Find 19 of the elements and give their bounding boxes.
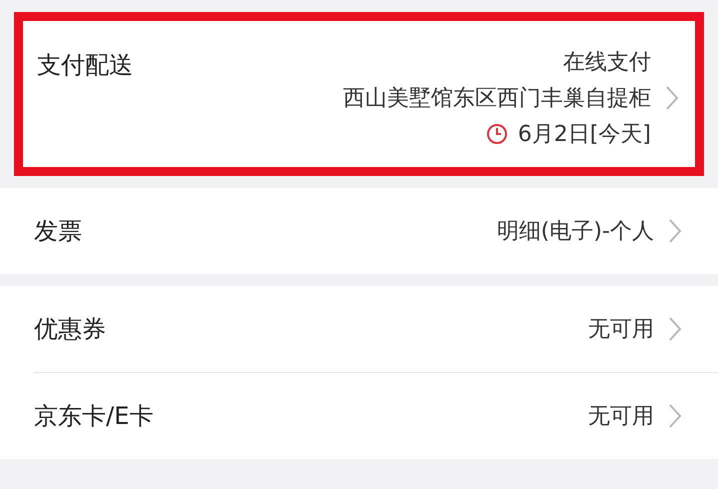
settings-row[interactable]: 京东卡/E卡 无可用	[34, 372, 718, 459]
delivery-detail: 在线支付	[563, 49, 651, 77]
row-value: 无可用	[588, 316, 654, 344]
clock-icon	[486, 123, 508, 145]
row-value: 无可用	[588, 403, 654, 431]
chevron-icon	[668, 218, 682, 244]
settings-row[interactable]: 发票 明细(电子)-个人	[34, 188, 718, 274]
chevron-icon	[668, 316, 682, 342]
row-label: 发票	[34, 216, 82, 247]
row-label: 优惠券	[34, 314, 106, 345]
row-value: 明细(电子)-个人	[496, 218, 654, 246]
payment-delivery-card[interactable]: 支付配送 在线支付 西山美墅馆东区西门丰巢自提柜 6月2日[今天]	[14, 12, 704, 176]
row-label: 支付配送	[37, 50, 133, 81]
chevron-icon	[665, 85, 679, 111]
delivery-detail: 西山美墅馆东区西门丰巢自提柜	[343, 85, 651, 113]
delivery-date: 6月2日[今天]	[518, 121, 651, 149]
settings-row[interactable]: 优惠券 无可用	[34, 286, 718, 372]
chevron-icon	[668, 403, 682, 429]
row-label: 京东卡/E卡	[34, 401, 154, 432]
